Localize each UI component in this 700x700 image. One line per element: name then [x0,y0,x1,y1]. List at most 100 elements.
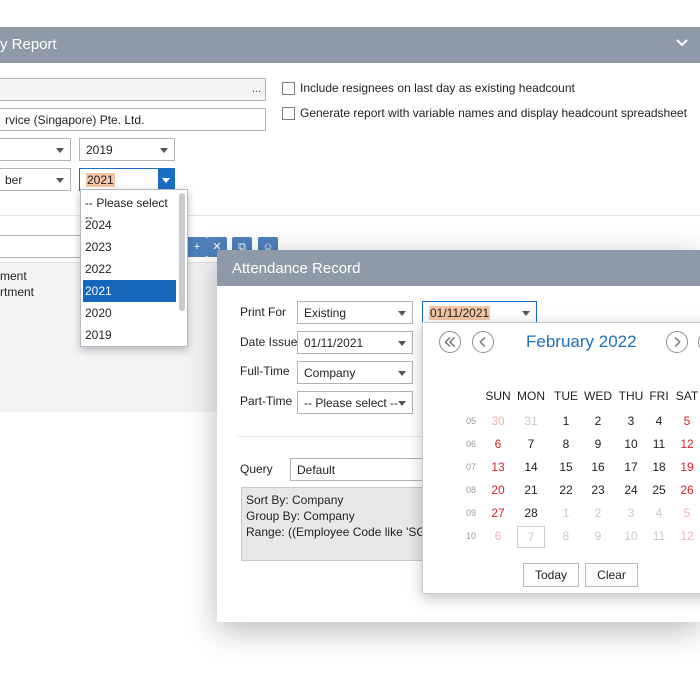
next-month-icon[interactable] [666,331,688,353]
calendar-day[interactable]: 14 [517,460,545,474]
year-dropdown-list: -- Please select -- 2024 2023 2022 2021 … [80,189,188,347]
company-name-field[interactable]: rvice (Singapore) Pte. Ltd. [0,108,266,131]
calendar-day[interactable]: 3 [617,414,645,428]
year-option[interactable]: 2022 [83,258,176,280]
add-icon[interactable]: + [187,237,207,257]
generate-variable-checkbox[interactable] [282,107,295,120]
include-resignees-label: Include resignees on last day as existin… [300,81,575,95]
print-for-value: Existing [304,306,347,320]
year-option[interactable]: 2024 [83,214,176,236]
calendar-day[interactable]: 4 [645,506,673,520]
calendar-day[interactable]: 12 [673,437,700,451]
dropdown-arrow-icon [522,311,530,316]
calendar-week-number: 05 [465,416,476,426]
calendar-day[interactable]: 12 [673,529,700,543]
calendar-day[interactable]: 4 [645,414,673,428]
print-for-label: Print For [240,305,287,319]
calendar-day[interactable]: 2 [584,506,612,520]
dialog-title: Attendance Record [232,260,361,277]
calendar-day[interactable]: 18 [645,460,673,474]
calendar-weekday-header: SUN [485,389,511,403]
dropdown-arrow-icon [398,401,406,406]
previous-year-icon[interactable] [439,331,461,353]
calendar-day[interactable]: 20 [484,483,512,497]
calendar-day[interactable]: 8 [552,437,580,451]
today-button[interactable]: Today [523,563,579,587]
previous-month-icon[interactable] [472,331,494,353]
year-list-scrollbar[interactable] [179,193,185,311]
calendar-day[interactable]: 6 [484,437,512,451]
date-issue-field[interactable]: 01/11/2021 [297,331,413,354]
list-item[interactable]: rtment [0,285,34,299]
include-resignees-checkbox[interactable] [282,82,295,95]
print-for-date-field[interactable]: 01/11/2021 [422,301,537,324]
calendar-day[interactable]: 17 [617,460,645,474]
calendar-weekday-header: TUE [554,389,578,403]
calendar-day[interactable]: 5 [673,506,700,520]
report-lookup-field[interactable]: ... [0,78,266,101]
part-time-value: -- Please select -- [304,396,399,410]
period-to-month-select[interactable]: ber [0,168,71,191]
year-from-value: 2019 [86,143,113,157]
year-option[interactable]: 2023 [83,236,176,258]
part-time-label: Part-Time [240,394,293,408]
calendar-day[interactable]: 28 [517,506,545,520]
calendar-day[interactable]: 22 [552,483,580,497]
query-description: Sort By: Company Group By: Company Range… [241,487,426,561]
calendar-day[interactable]: 27 [484,506,512,520]
print-for-select[interactable]: Existing [297,301,413,324]
calendar-day[interactable]: 10 [617,529,645,543]
calendar-day[interactable]: 26 [673,483,700,497]
year-option[interactable]: 2020 [83,302,176,324]
calendar-day[interactable]: 16 [584,460,612,474]
clear-button[interactable]: Clear [585,563,638,587]
calendar-day[interactable]: 10 [617,437,645,451]
report-title: y Report [0,36,57,53]
year-option[interactable]: 2019 [83,324,176,344]
calendar-month-label[interactable]: February 2022 [526,332,637,352]
dropdown-arrow-icon[interactable] [158,169,174,190]
calendar-day[interactable]: 15 [552,460,580,474]
calendar-week-number: 06 [465,439,476,449]
calendar-day[interactable]: 9 [584,529,612,543]
calendar-day[interactable]: 7 [517,437,545,451]
calendar-weekday-header: WED [584,389,612,403]
generate-variable-label: Generate report with variable names and … [300,106,687,120]
calendar-day[interactable]: 1 [552,414,580,428]
calendar-day[interactable]: 24 [617,483,645,497]
calendar-day[interactable]: 11 [645,437,673,451]
calendar-day[interactable]: 23 [584,483,612,497]
calendar-day[interactable]: 5 [673,414,700,428]
query-range: Range: ((Employee Code like 'SG%' [246,525,426,539]
date-issue-value: 01/11/2021 [304,336,364,350]
period-from-month-select[interactable] [0,138,71,161]
divider [237,436,437,437]
part-time-select[interactable]: -- Please select -- [297,391,413,414]
calendar-day[interactable]: 8 [552,529,580,543]
calendar-day[interactable]: 3 [617,506,645,520]
query-select[interactable]: Default [290,458,426,481]
calendar-day[interactable]: 6 [484,529,512,543]
query-value: Default [297,463,336,477]
period-to-year-select[interactable]: 2021 [79,168,175,191]
calendar-day[interactable]: 11 [645,529,673,543]
calendar-day[interactable]: 2 [584,414,612,428]
year-option-selected[interactable]: 2021 [83,280,176,302]
dropdown-arrow-icon [160,148,168,153]
calendar-day[interactable]: 31 [517,414,545,428]
period-from-year-select[interactable]: 2019 [79,138,175,161]
calendar-day[interactable]: 9 [584,437,612,451]
year-option-placeholder[interactable]: -- Please select -- [83,192,176,224]
calendar-day[interactable]: 30 [484,414,512,428]
list-item[interactable]: ment [0,269,27,283]
calendar-day[interactable]: 13 [484,460,512,474]
dropdown-arrow-icon [56,148,64,153]
calendar-day[interactable]: 19 [673,460,700,474]
calendar-day[interactable]: 21 [517,483,545,497]
full-time-select[interactable]: Company [297,361,413,384]
calendar-day[interactable]: 1 [552,506,580,520]
ellipsis-button[interactable]: ... [252,83,261,95]
calendar-day[interactable]: 25 [645,483,673,497]
chevron-down-icon[interactable] [674,35,690,51]
calendar-day-today[interactable]: 7 [517,526,545,548]
